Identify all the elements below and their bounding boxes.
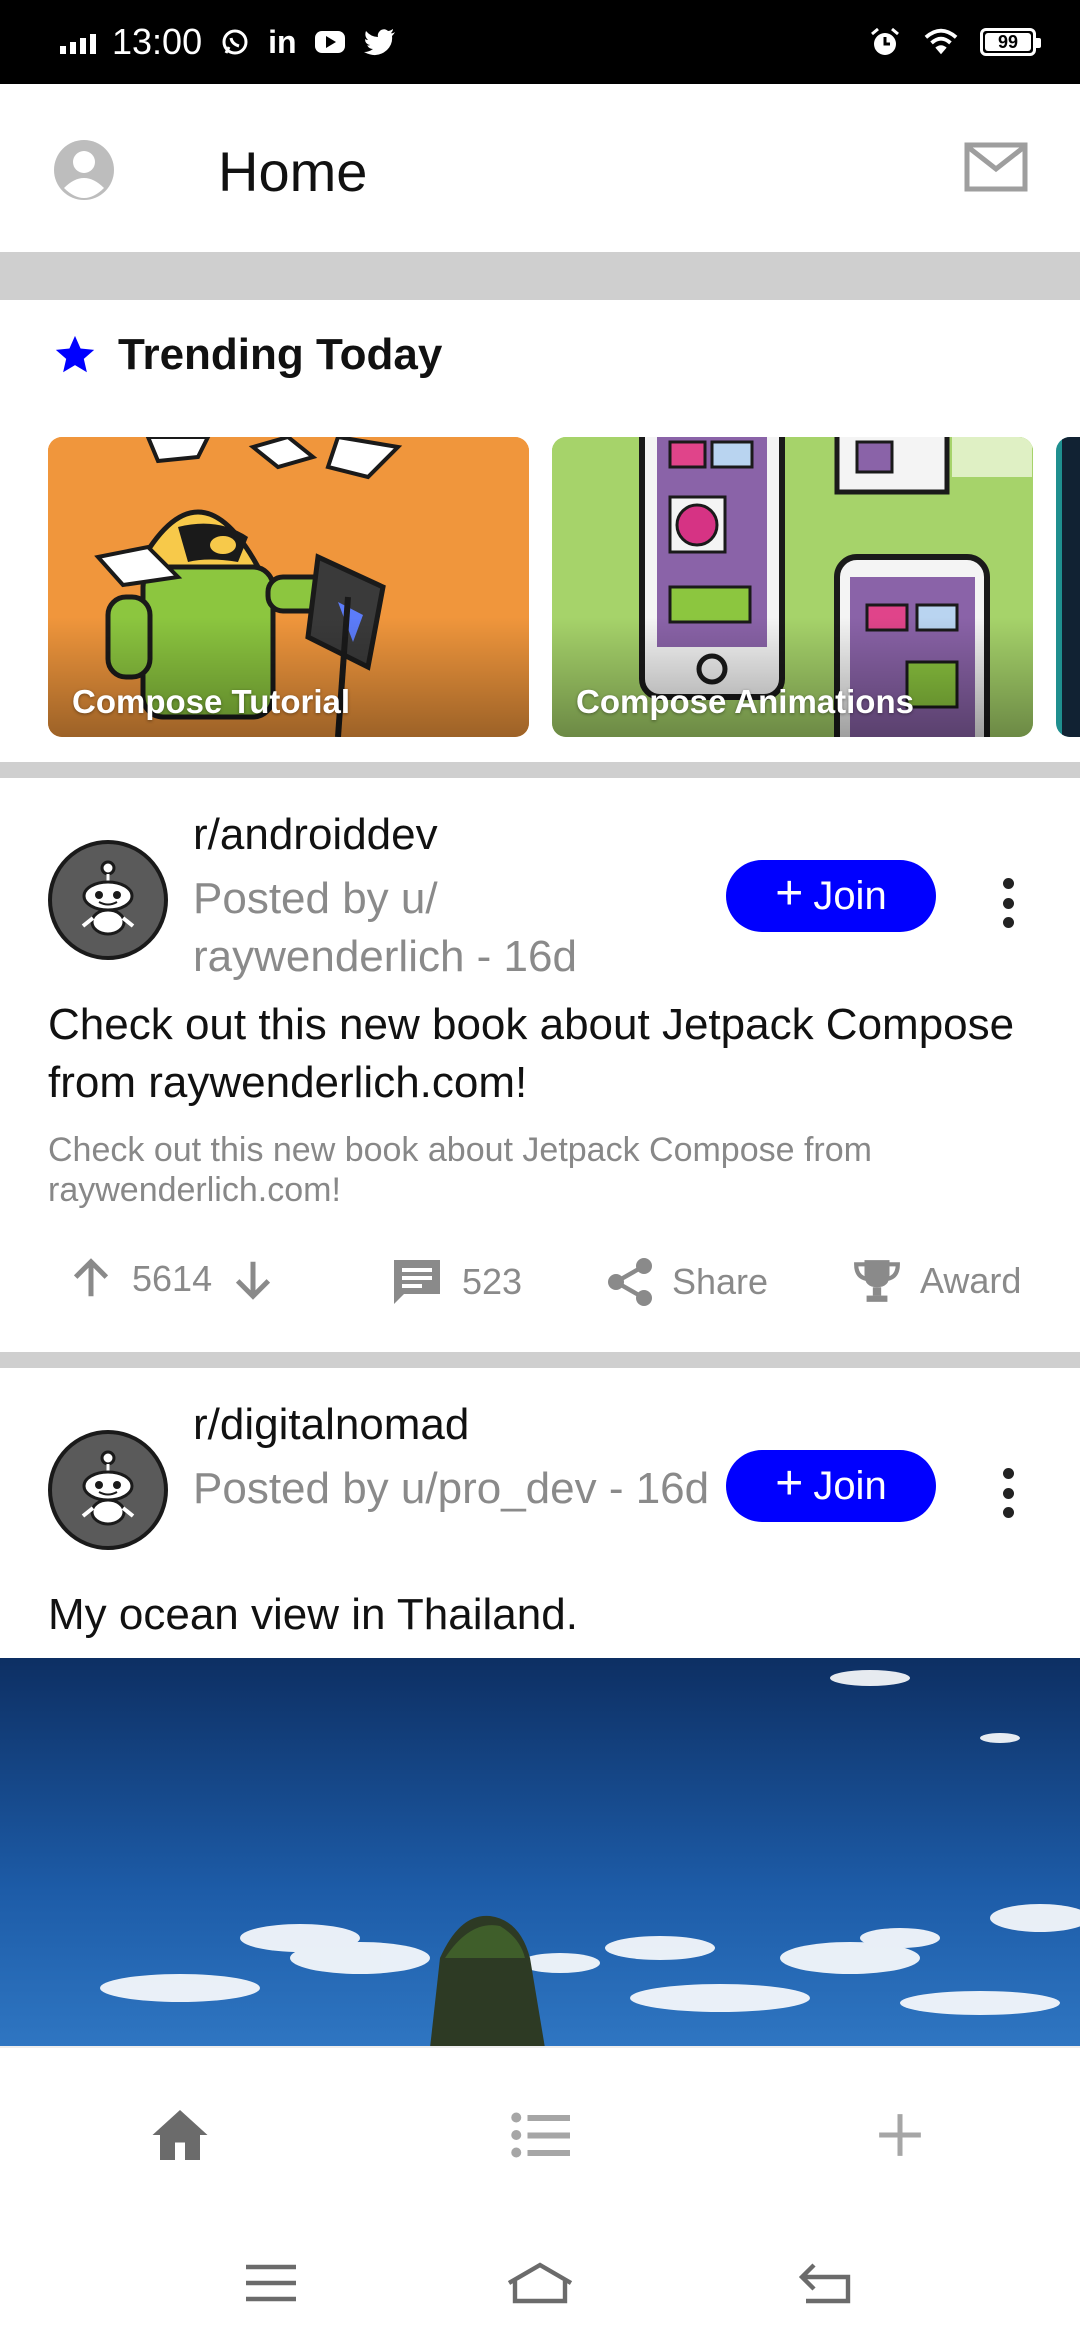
mail-icon[interactable] xyxy=(964,142,1028,192)
subreddit-avatar xyxy=(48,1430,168,1550)
wifi-icon xyxy=(924,25,958,59)
join-button[interactable]: + Join xyxy=(726,1450,936,1522)
subreddit-avatar xyxy=(48,840,168,960)
upvote-icon[interactable] xyxy=(68,1256,114,1302)
app-root: 13:00 in 99 Home Trending Today Compose … xyxy=(0,0,1080,2340)
share-button[interactable]: Share xyxy=(606,1256,768,1308)
post-body: Check out this new book about Jetpack Co… xyxy=(48,1131,872,1209)
vote-group: 5614 xyxy=(68,1256,276,1302)
bottom-navigation xyxy=(0,2046,1080,2226)
linkedin-icon: in xyxy=(268,23,297,60)
share-label: Share xyxy=(672,1261,769,1302)
status-time: 13:00 xyxy=(112,21,203,62)
section-divider xyxy=(0,252,1080,300)
post-image[interactable] xyxy=(0,1658,1080,2048)
plus-icon: + xyxy=(775,867,804,920)
system-navigation xyxy=(0,2226,1080,2340)
trending-card-peek[interactable] xyxy=(1056,437,1080,737)
status-left: 13:00 in xyxy=(60,21,397,63)
trending-card-compose-tutorial[interactable]: Compose Tutorial xyxy=(48,437,529,737)
trending-title: Trending Today xyxy=(118,330,443,379)
status-right: 99 xyxy=(868,25,1041,59)
account-circle-icon[interactable] xyxy=(52,138,116,202)
post-card[interactable]: r/digitalnomad Posted by u/pro_dev - 16d… xyxy=(0,1368,1080,1658)
app-bar: Home xyxy=(0,84,1080,252)
battery-level: 99 xyxy=(997,31,1019,52)
post-title[interactable]: My ocean view in Thailand. xyxy=(48,1586,1038,1644)
comment-icon xyxy=(394,1260,440,1304)
trending-carousel[interactable]: Compose Tutorial Compose Animations xyxy=(48,437,1080,737)
battery-icon: 99 xyxy=(980,28,1041,56)
posted-by: Posted by u/pro_dev - 16d xyxy=(193,1464,710,1513)
ocean-view-photo xyxy=(0,1658,1080,2048)
award-button[interactable]: Award xyxy=(852,1256,1021,1306)
vote-count: 5614 xyxy=(132,1258,213,1299)
reddit-alien-icon xyxy=(81,1450,135,1526)
menu-icon[interactable] xyxy=(236,2248,306,2318)
alarm-icon xyxy=(868,25,902,59)
whatsapp-icon xyxy=(218,25,252,59)
home-icon[interactable] xyxy=(145,2100,215,2170)
trending-card-label: Compose Tutorial xyxy=(72,683,351,720)
trending-card-label: Compose Animations xyxy=(576,683,914,720)
trophy-icon xyxy=(854,1260,900,1302)
post-title[interactable]: Check out this new book about Jetpack Co… xyxy=(48,996,1038,1112)
join-label: Join xyxy=(813,1463,887,1508)
comment-count: 523 xyxy=(462,1261,523,1302)
page-title: Home xyxy=(218,140,368,203)
youtube-icon xyxy=(313,25,347,59)
join-label: Join xyxy=(813,873,887,918)
posted-by: Posted by u/ raywenderlich - 16d xyxy=(193,874,577,981)
join-button[interactable]: + Join xyxy=(726,860,936,932)
star-icon xyxy=(55,335,95,373)
post-actions: 5614 523 Share Award xyxy=(0,1248,1080,1318)
home-outline-icon[interactable] xyxy=(505,2248,575,2318)
more-options-icon[interactable] xyxy=(988,1458,1028,1528)
section-divider xyxy=(0,1352,1080,1368)
more-options-icon[interactable] xyxy=(988,868,1028,938)
add-icon[interactable] xyxy=(865,2100,935,2170)
trending-card-compose-animations[interactable]: Compose Animations xyxy=(552,437,1033,737)
subreddit-name[interactable]: r/androiddev xyxy=(193,810,438,860)
award-label: Award xyxy=(920,1260,1022,1301)
section-divider xyxy=(0,762,1080,778)
back-icon[interactable] xyxy=(790,2248,860,2318)
trending-header: Trending Today xyxy=(52,330,442,380)
comments-button[interactable]: 523 xyxy=(390,1256,522,1308)
post-card[interactable]: r/androiddev Posted by u/ raywenderlich … xyxy=(0,778,1080,1352)
subreddit-name[interactable]: r/digitalnomad xyxy=(193,1400,469,1450)
reddit-alien-icon xyxy=(81,860,135,936)
list-icon[interactable] xyxy=(505,2100,575,2170)
plus-icon: + xyxy=(775,1457,804,1510)
share-icon xyxy=(608,1258,652,1306)
twitter-icon xyxy=(363,25,397,59)
downvote-icon[interactable] xyxy=(230,1256,276,1302)
signal-icon xyxy=(60,30,96,54)
status-bar: 13:00 in 99 xyxy=(0,0,1080,84)
